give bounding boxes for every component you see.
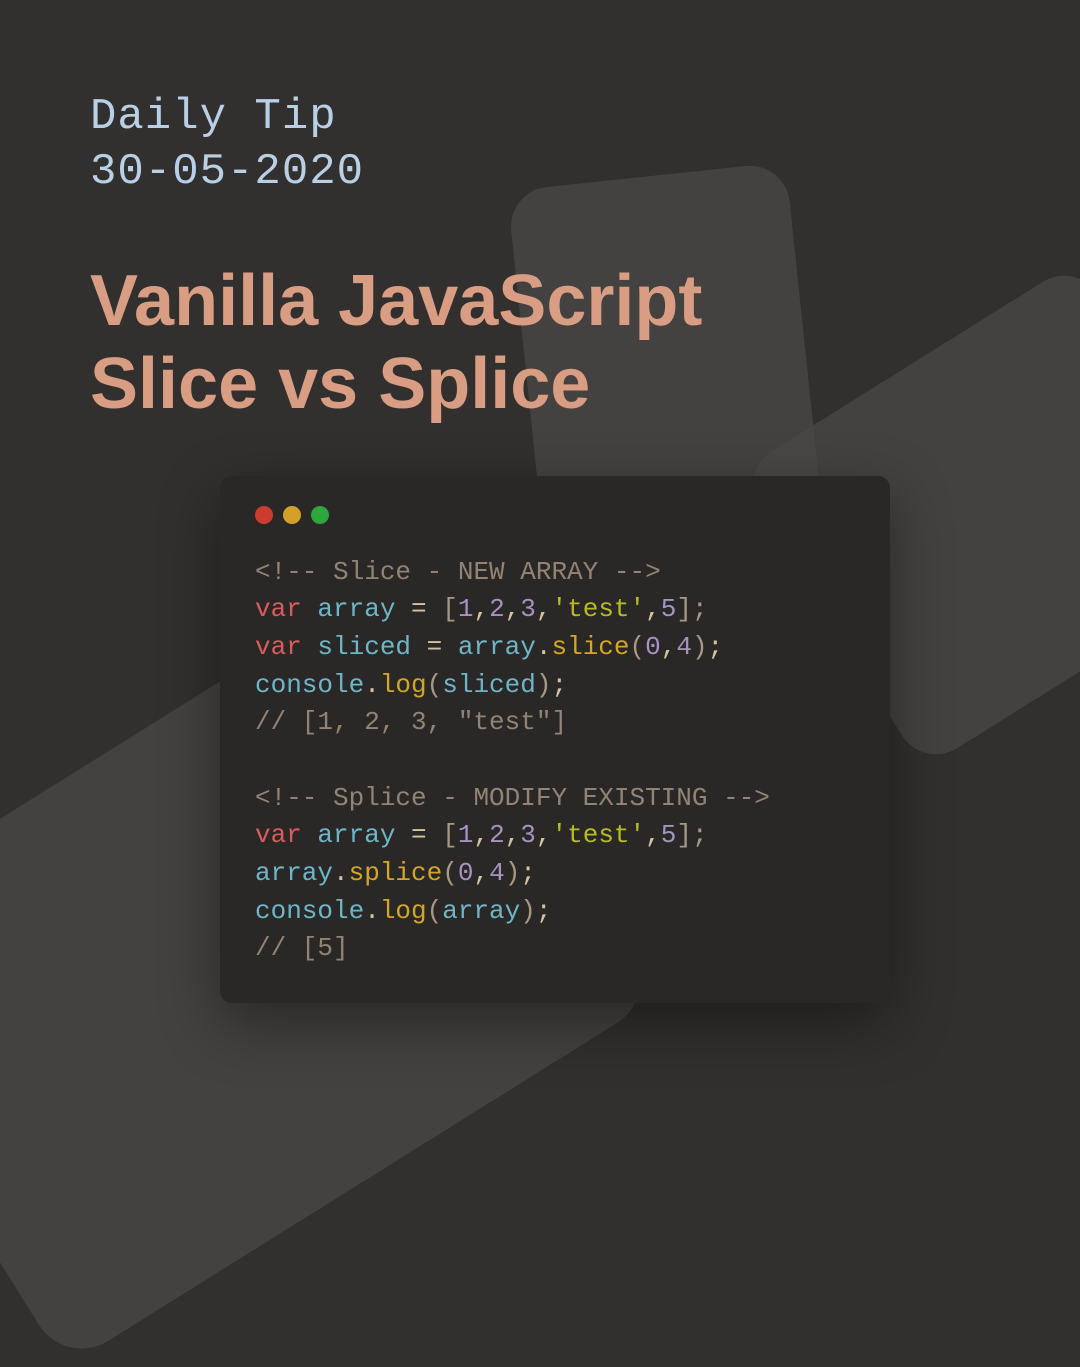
var-keyword: var bbox=[255, 632, 302, 662]
page-title: Vanilla JavaScript Slice vs Splice bbox=[90, 260, 1000, 426]
minimize-icon bbox=[283, 506, 301, 524]
slice-fn: slice bbox=[551, 632, 629, 662]
sliced-var: sliced bbox=[317, 632, 411, 662]
content-area: Daily Tip 30-05-2020 Vanilla JavaScript … bbox=[0, 0, 1080, 1003]
var-keyword: var bbox=[255, 594, 302, 624]
log-fn: log bbox=[380, 670, 427, 700]
maximize-icon bbox=[311, 506, 329, 524]
array-var: array bbox=[317, 820, 395, 850]
title-line-2: Slice vs Splice bbox=[90, 343, 1000, 426]
console: console bbox=[255, 670, 364, 700]
code-window: <!-- Slice - NEW ARRAY --> var array = [… bbox=[220, 476, 890, 1004]
close-icon bbox=[255, 506, 273, 524]
var-keyword: var bbox=[255, 820, 302, 850]
array-var: array bbox=[317, 594, 395, 624]
code-block: <!-- Slice - NEW ARRAY --> var array = [… bbox=[255, 554, 855, 969]
log-fn: log bbox=[380, 896, 427, 926]
label-line-1: Daily Tip bbox=[90, 90, 1000, 145]
splice-result: // [5] bbox=[255, 933, 349, 963]
splice-fn: splice bbox=[349, 858, 443, 888]
label-date: 30-05-2020 bbox=[90, 145, 1000, 200]
traffic-lights bbox=[255, 506, 855, 524]
title-line-1: Vanilla JavaScript bbox=[90, 260, 1000, 343]
splice-comment: <!-- Splice - MODIFY EXISTING --> bbox=[255, 783, 770, 813]
console: console bbox=[255, 896, 364, 926]
slice-result: // [1, 2, 3, "test"] bbox=[255, 707, 567, 737]
slice-comment: <!-- Slice - NEW ARRAY --> bbox=[255, 557, 661, 587]
daily-tip-label: Daily Tip 30-05-2020 bbox=[90, 90, 1000, 200]
